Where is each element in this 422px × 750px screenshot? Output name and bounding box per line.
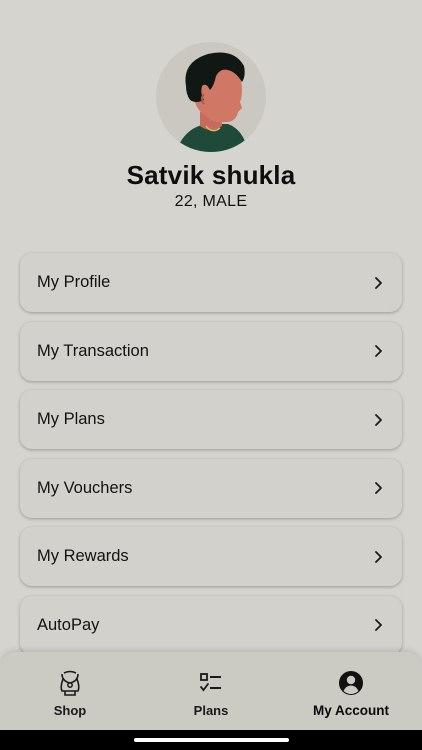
menu-item-label: My Profile	[37, 273, 111, 291]
bottom-navigation: Shop Plans My Account	[0, 652, 422, 750]
nav-label: My Account	[312, 703, 389, 718]
menu-item-my-rewards[interactable]: My Rewards	[20, 527, 402, 587]
account-screen: Satvik shukla 22, MALE My Profile My Tra…	[0, 0, 422, 750]
chevron-right-icon	[372, 550, 384, 563]
checklist-icon	[141, 669, 281, 697]
menu-item-label: My Vouchers	[37, 478, 133, 497]
nav-label: Shop	[53, 703, 87, 718]
chevron-right-icon	[372, 413, 384, 426]
account-circle-icon	[281, 669, 421, 697]
menu-item-my-transaction[interactable]: My Transaction	[20, 321, 402, 381]
menu-item-label: My Plans	[37, 410, 105, 429]
profile-name: Satvik shukla	[126, 160, 296, 190]
menu-item-my-plans[interactable]: My Plans	[20, 390, 402, 450]
menu-item-my-vouchers[interactable]: My Vouchers	[20, 458, 402, 518]
menu-item-autopay[interactable]: AutoPay	[20, 595, 402, 655]
nav-tab-plans[interactable]: Plans	[141, 669, 281, 718]
person-silhouette-icon	[156, 42, 266, 152]
nav-tab-my-account[interactable]: My Account	[281, 669, 421, 718]
avatar[interactable]	[156, 42, 266, 152]
jewelry-bust-icon	[0, 669, 140, 697]
menu-item-label: My Rewards	[37, 547, 129, 566]
menu-item-my-profile[interactable]: My Profile	[20, 253, 402, 312]
account-menu: My Profile My Transaction My Plans My Vo…	[20, 253, 402, 665]
nav-label: Plans	[193, 703, 229, 718]
home-indicator[interactable]	[134, 738, 289, 742]
menu-item-label: My Transaction	[37, 341, 149, 360]
chevron-right-icon	[372, 345, 384, 357]
menu-item-label: AutoPay	[37, 615, 100, 634]
profile-details: 22, MALE	[174, 193, 248, 210]
chevron-right-icon	[372, 276, 384, 289]
chevron-right-icon	[372, 482, 384, 495]
nav-tab-shop[interactable]: Shop	[0, 669, 140, 718]
chevron-right-icon	[372, 619, 384, 632]
